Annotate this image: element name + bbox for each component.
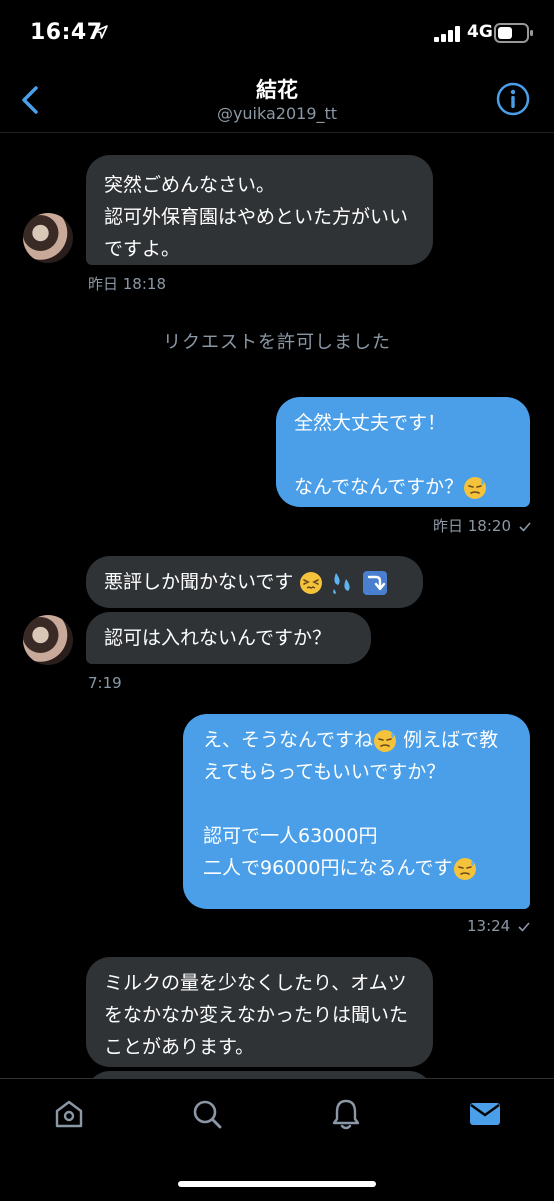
contact-name[interactable]: 結花 <box>0 74 554 104</box>
message-text: え、そうなんですね <box>203 729 374 751</box>
home-indicator[interactable] <box>178 1181 376 1187</box>
messages-envelope-icon[interactable] <box>468 1097 502 1131</box>
message-thread[interactable]: 突然ごめんなさい。 認可外保育園はやめといた方がいいですよ。 昨日 18:18 … <box>0 133 554 1078</box>
search-icon[interactable] <box>190 1097 224 1131</box>
avatar[interactable] <box>23 213 73 263</box>
downcast-sweat-face-icon <box>453 857 476 880</box>
message-text: 全然大丈夫です！ なんでなんですか？ <box>294 412 464 498</box>
arrow-curving-down-icon <box>362 570 387 595</box>
sweat-droplets-icon <box>332 572 350 594</box>
message-text: 悪評しか聞かないです <box>104 571 294 593</box>
sent-check-icon <box>518 921 530 932</box>
message-bubble-incoming[interactable]: 悪評しか聞かないです <box>86 556 423 608</box>
message-bubble-outgoing[interactable]: え、そうなんですね 例えばで教えてもらってもいいですか？ 認可で一人63000円… <box>183 714 530 909</box>
conversation-header: 結花 @yuika2019_tt <box>0 66 554 133</box>
downcast-sweat-face-icon <box>464 476 487 499</box>
notifications-bell-icon[interactable] <box>329 1097 363 1131</box>
status-bar: 16:47 4G <box>0 0 554 66</box>
avatar[interactable] <box>23 615 73 665</box>
message-bubble-outgoing[interactable]: 全然大丈夫です！ なんでなんですか？ <box>276 397 530 507</box>
info-icon[interactable] <box>495 81 531 117</box>
home-icon[interactable] <box>52 1097 86 1131</box>
status-time: 16:47 <box>30 20 103 45</box>
downcast-sweat-face-icon <box>374 729 397 752</box>
message-bubble-incoming[interactable] <box>86 1071 433 1078</box>
message-timestamp: 昨日 18:20 <box>433 515 532 536</box>
battery-icon <box>494 23 533 43</box>
contact-handle[interactable]: @yuika2019_tt <box>0 104 554 123</box>
message-timestamp: 昨日 18:18 <box>88 275 166 293</box>
timestamp-text: 13:24 <box>467 917 511 935</box>
message-timestamp: 7:19 <box>88 674 122 692</box>
cellular-signal-icon <box>434 26 460 42</box>
timestamp-text: 昨日 18:20 <box>433 517 511 535</box>
message-bubble-incoming[interactable]: 認可は入れないんですか？ <box>86 612 371 664</box>
message-timestamp: 13:24 <box>467 917 531 935</box>
message-bubble-incoming[interactable]: 突然ごめんなさい。 認可外保育園はやめといた方がいいですよ。 <box>86 155 433 265</box>
location-arrow-icon <box>94 25 108 39</box>
sent-check-icon <box>519 521 531 532</box>
persevering-face-icon <box>300 571 323 594</box>
network-type: 4G <box>467 22 493 42</box>
message-bubble-incoming[interactable]: ミルクの量を少なくしたり、オムツをなかなか変えなかったりは聞いたことがあります。 <box>86 957 433 1067</box>
system-message: リクエストを許可しました <box>163 332 391 353</box>
